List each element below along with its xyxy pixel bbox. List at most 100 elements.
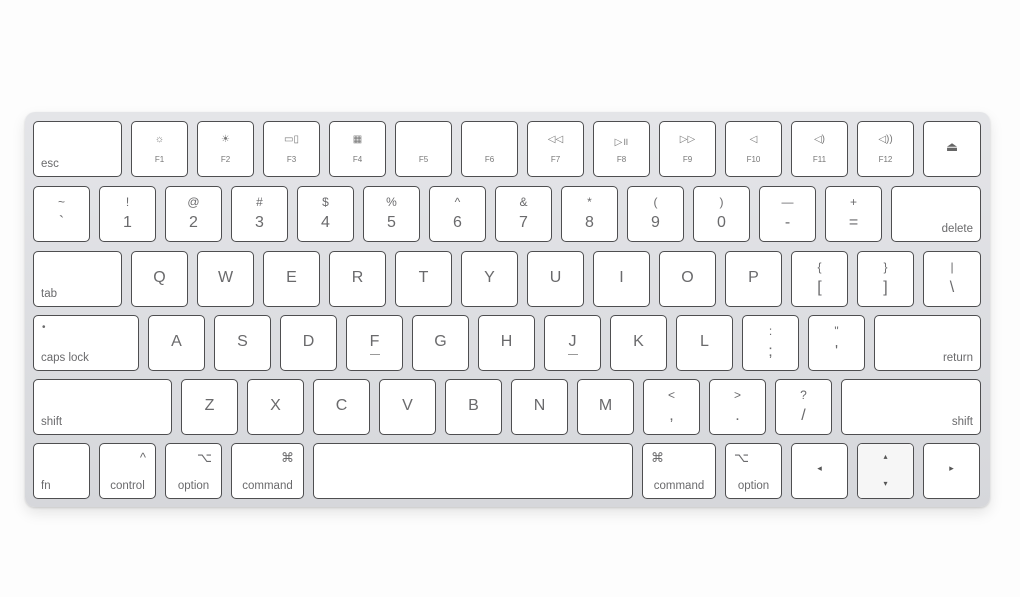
key--[interactable]: — - bbox=[759, 186, 816, 242]
key-1[interactable]: ! 1 bbox=[99, 186, 156, 242]
key-2[interactable]: @2 bbox=[165, 186, 222, 242]
key-z[interactable]: Z bbox=[181, 379, 238, 435]
key-shift-label: ? bbox=[800, 388, 807, 402]
key--[interactable]: >. bbox=[709, 379, 766, 435]
key-return[interactable]: return bbox=[874, 315, 981, 371]
key-label: N bbox=[533, 397, 546, 414]
key-label: F11 bbox=[812, 155, 827, 164]
key-j[interactable]: J bbox=[544, 315, 601, 371]
key--[interactable]: :; bbox=[742, 315, 799, 371]
key-arrow[interactable]: ▸ bbox=[923, 443, 980, 499]
key-n[interactable]: N bbox=[511, 379, 568, 435]
key-u[interactable]: U bbox=[527, 251, 584, 307]
key-eject[interactable]: ⏏ bbox=[923, 121, 981, 177]
key-8[interactable]: * 8 bbox=[561, 186, 618, 242]
key-r[interactable]: R bbox=[329, 251, 386, 307]
key-f4[interactable]: ▦ F4 bbox=[329, 121, 386, 177]
key--[interactable]: | \ bbox=[923, 251, 981, 307]
key-delete[interactable]: delete bbox=[891, 186, 981, 242]
key-l[interactable]: L bbox=[676, 315, 733, 371]
keyboard: esc ☼ F1 ☀ F2 ▭▯ F3 ▦ F4 F5 F6 ◁◁ F7 ▷॥ F8 ▷▷ F9 ◁ F10 ◁) F1… bbox=[25, 112, 990, 507]
key-command[interactable]: command ⌘ bbox=[642, 443, 716, 499]
key-label: 2 bbox=[189, 214, 198, 231]
key-4[interactable]: $4 bbox=[297, 186, 354, 242]
key--[interactable]: + = bbox=[825, 186, 882, 242]
key-f1[interactable]: ☼ F1 bbox=[131, 121, 188, 177]
key-y[interactable]: Y bbox=[461, 251, 518, 307]
key--[interactable]: " ' bbox=[808, 315, 865, 371]
key-h[interactable]: H bbox=[478, 315, 535, 371]
key-space[interactable] bbox=[313, 443, 633, 499]
key-command[interactable]: command ⌘ bbox=[231, 443, 304, 499]
home-row-bump bbox=[369, 354, 380, 355]
key-label: - bbox=[784, 214, 791, 231]
key-6[interactable]: ^ 6 bbox=[429, 186, 486, 242]
key-option[interactable]: option ⌥ bbox=[725, 443, 782, 499]
key-s[interactable]: S bbox=[214, 315, 271, 371]
key-x[interactable]: X bbox=[247, 379, 304, 435]
fast-forward-icon: ▷▷ bbox=[679, 134, 696, 145]
arrow-up-key[interactable]: ▴ bbox=[858, 444, 913, 472]
arrow-up-down-keys[interactable]: ▴ ▾ bbox=[857, 443, 914, 499]
key-f7[interactable]: ◁◁ F7 bbox=[527, 121, 584, 177]
key-shift[interactable]: shift bbox=[33, 379, 172, 435]
key-w[interactable]: W bbox=[197, 251, 254, 307]
key-5[interactable]: % 5 bbox=[363, 186, 420, 242]
key-f10[interactable]: ◁ F10 bbox=[725, 121, 782, 177]
key-label: F bbox=[369, 333, 380, 350]
key--[interactable]: <, bbox=[643, 379, 700, 435]
key-3[interactable]: #3 bbox=[231, 186, 288, 242]
key-f9[interactable]: ▷▷ F9 bbox=[659, 121, 716, 177]
key-label: 8 bbox=[585, 214, 594, 231]
key--[interactable]: }] bbox=[857, 251, 914, 307]
key-t[interactable]: T bbox=[395, 251, 452, 307]
key-q[interactable]: Q bbox=[131, 251, 188, 307]
key-f12[interactable]: ◁)) F12 bbox=[857, 121, 914, 177]
key-b[interactable]: B bbox=[445, 379, 502, 435]
key--[interactable]: ? / bbox=[775, 379, 832, 435]
key-esc[interactable]: esc bbox=[33, 121, 122, 177]
key-i[interactable]: I bbox=[593, 251, 650, 307]
arrow-down-key[interactable]: ▾ bbox=[858, 471, 913, 498]
key-e[interactable]: E bbox=[263, 251, 320, 307]
key-arrow[interactable]: ◂ bbox=[791, 443, 848, 499]
key-f[interactable]: F bbox=[346, 315, 403, 371]
key-fn[interactable]: fn bbox=[33, 443, 90, 499]
key-k[interactable]: K bbox=[610, 315, 667, 371]
key-shift-label: + bbox=[849, 195, 857, 209]
arrow-left-icon: ◂ bbox=[817, 463, 822, 473]
key-0[interactable]: ) 0 bbox=[693, 186, 750, 242]
key-shift[interactable]: shift bbox=[841, 379, 981, 435]
key--[interactable]: {[ bbox=[791, 251, 848, 307]
key-label: ` bbox=[58, 214, 65, 231]
key-f2[interactable]: ☀ F2 bbox=[197, 121, 254, 177]
key-caps-lock[interactable]: caps lock • bbox=[33, 315, 139, 371]
key-7[interactable]: & 7 bbox=[495, 186, 552, 242]
key-label: V bbox=[402, 397, 413, 414]
key-v[interactable]: V bbox=[379, 379, 436, 435]
key-g[interactable]: G bbox=[412, 315, 469, 371]
key-m[interactable]: M bbox=[577, 379, 634, 435]
key-a[interactable]: A bbox=[148, 315, 205, 371]
key-f5[interactable]: F5 bbox=[395, 121, 452, 177]
key-d[interactable]: D bbox=[280, 315, 337, 371]
key-shift-label: ! bbox=[125, 195, 130, 209]
key-c[interactable]: C bbox=[313, 379, 370, 435]
volume-down-icon: ◁) bbox=[813, 134, 826, 145]
key-label: fn bbox=[41, 480, 51, 492]
key-f11[interactable]: ◁) F11 bbox=[791, 121, 848, 177]
key-tab[interactable]: tab bbox=[33, 251, 122, 307]
key-option[interactable]: option ⌥ bbox=[165, 443, 222, 499]
key-control[interactable]: control ^ bbox=[99, 443, 156, 499]
key-label: A bbox=[171, 333, 182, 350]
key-f6[interactable]: F6 bbox=[461, 121, 518, 177]
key-9[interactable]: (9 bbox=[627, 186, 684, 242]
key-p[interactable]: P bbox=[725, 251, 782, 307]
option-icon: ⌥ bbox=[197, 450, 212, 465]
key-o[interactable]: O bbox=[659, 251, 716, 307]
key-f8[interactable]: ▷॥ F8 bbox=[593, 121, 650, 177]
key-f3[interactable]: ▭▯ F3 bbox=[263, 121, 320, 177]
key-label: W bbox=[217, 269, 234, 286]
key--[interactable]: ~ ` bbox=[33, 186, 90, 242]
eject-icon: ⏏ bbox=[945, 139, 959, 154]
